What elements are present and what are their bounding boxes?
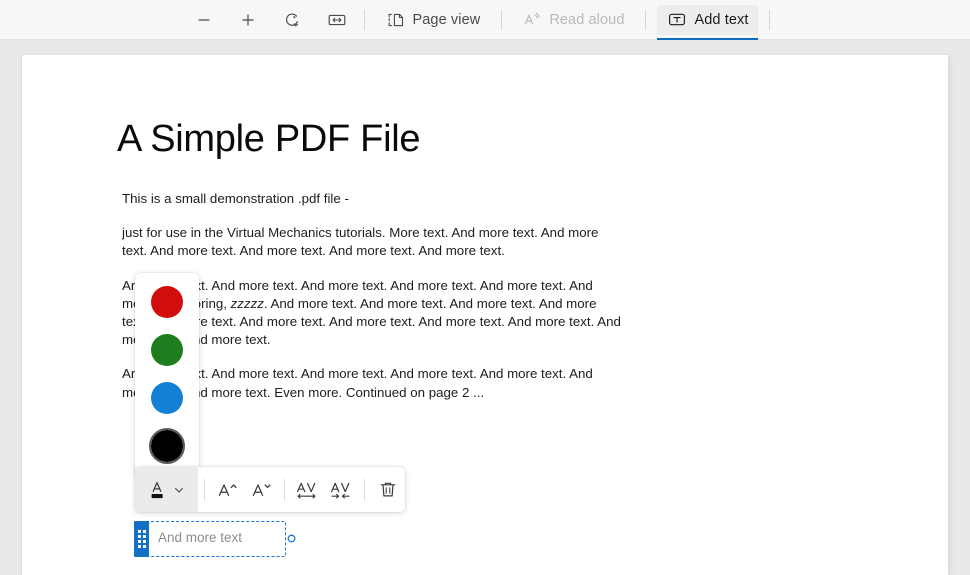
text-format-toolbar xyxy=(135,467,405,512)
toolbar-separator-1 xyxy=(363,9,365,30)
color-picker-popup xyxy=(135,273,199,475)
text-box-drag-handle[interactable] xyxy=(134,521,149,557)
toolbar-separator-3 xyxy=(645,9,647,30)
read-aloud-icon xyxy=(523,11,542,28)
paragraph-2: just for use in the Virtual Mechanics tu… xyxy=(122,225,599,259)
toolbar-separator-2 xyxy=(501,9,503,30)
paragraph-1: This is a small demonstration .pdf file … xyxy=(122,191,349,206)
color-swatch-red[interactable] xyxy=(145,283,189,320)
color-swatch-green[interactable] xyxy=(145,331,189,368)
color-swatch-blue[interactable] xyxy=(145,379,189,416)
page-view-button[interactable]: Page view xyxy=(376,5,491,35)
read-aloud-button[interactable]: Read aloud xyxy=(513,5,634,35)
page-view-icon xyxy=(386,11,406,29)
read-aloud-label: Read aloud xyxy=(549,11,625,28)
active-tab-underline xyxy=(657,37,759,40)
color-swatch-black[interactable] xyxy=(145,427,189,464)
fit-to-width-button[interactable] xyxy=(321,5,353,35)
chevron-down-icon[interactable] xyxy=(173,484,185,496)
text-box-rotate-handle[interactable] xyxy=(284,531,299,546)
page-title: A Simple PDF File xyxy=(117,118,421,160)
format-separator-1 xyxy=(204,478,206,501)
zoom-out-button[interactable] xyxy=(189,5,219,35)
add-text-button[interactable]: Add text xyxy=(657,4,759,40)
format-separator-3 xyxy=(364,478,366,501)
decrease-letter-spacing-button[interactable] xyxy=(325,474,359,506)
pdf-toolbar: Page view Read aloud Add text xyxy=(0,0,970,40)
zoom-in-button[interactable] xyxy=(233,5,263,35)
font-color-button[interactable] xyxy=(135,467,199,512)
green-circle-icon xyxy=(151,333,183,366)
text-annotation-box[interactable]: And more text xyxy=(134,521,296,557)
drag-dots-icon xyxy=(137,530,146,548)
increase-letter-spacing-button[interactable] xyxy=(291,474,325,506)
black-circle-icon xyxy=(151,429,183,462)
pdf-page: A Simple PDF File This is a small demons… xyxy=(22,55,948,575)
decrease-font-size-button[interactable] xyxy=(245,474,279,506)
toolbar-separator-4 xyxy=(769,9,771,30)
text-box-placeholder: And more text xyxy=(158,530,243,545)
add-text-icon xyxy=(667,11,687,28)
delete-text-button[interactable] xyxy=(371,474,405,506)
add-text-label: Add text xyxy=(694,11,749,28)
page-view-label: Page view xyxy=(412,11,481,28)
rotate-button[interactable] xyxy=(277,5,307,35)
increase-font-size-button[interactable] xyxy=(211,474,245,506)
red-circle-icon xyxy=(151,285,183,318)
fit-to-width-icon xyxy=(327,12,347,28)
blue-circle-icon xyxy=(151,381,183,414)
font-color-icon xyxy=(148,478,170,502)
plus-icon xyxy=(240,12,256,28)
format-separator-2 xyxy=(284,478,286,501)
minus-icon xyxy=(196,12,212,28)
rotate-icon xyxy=(283,11,301,29)
